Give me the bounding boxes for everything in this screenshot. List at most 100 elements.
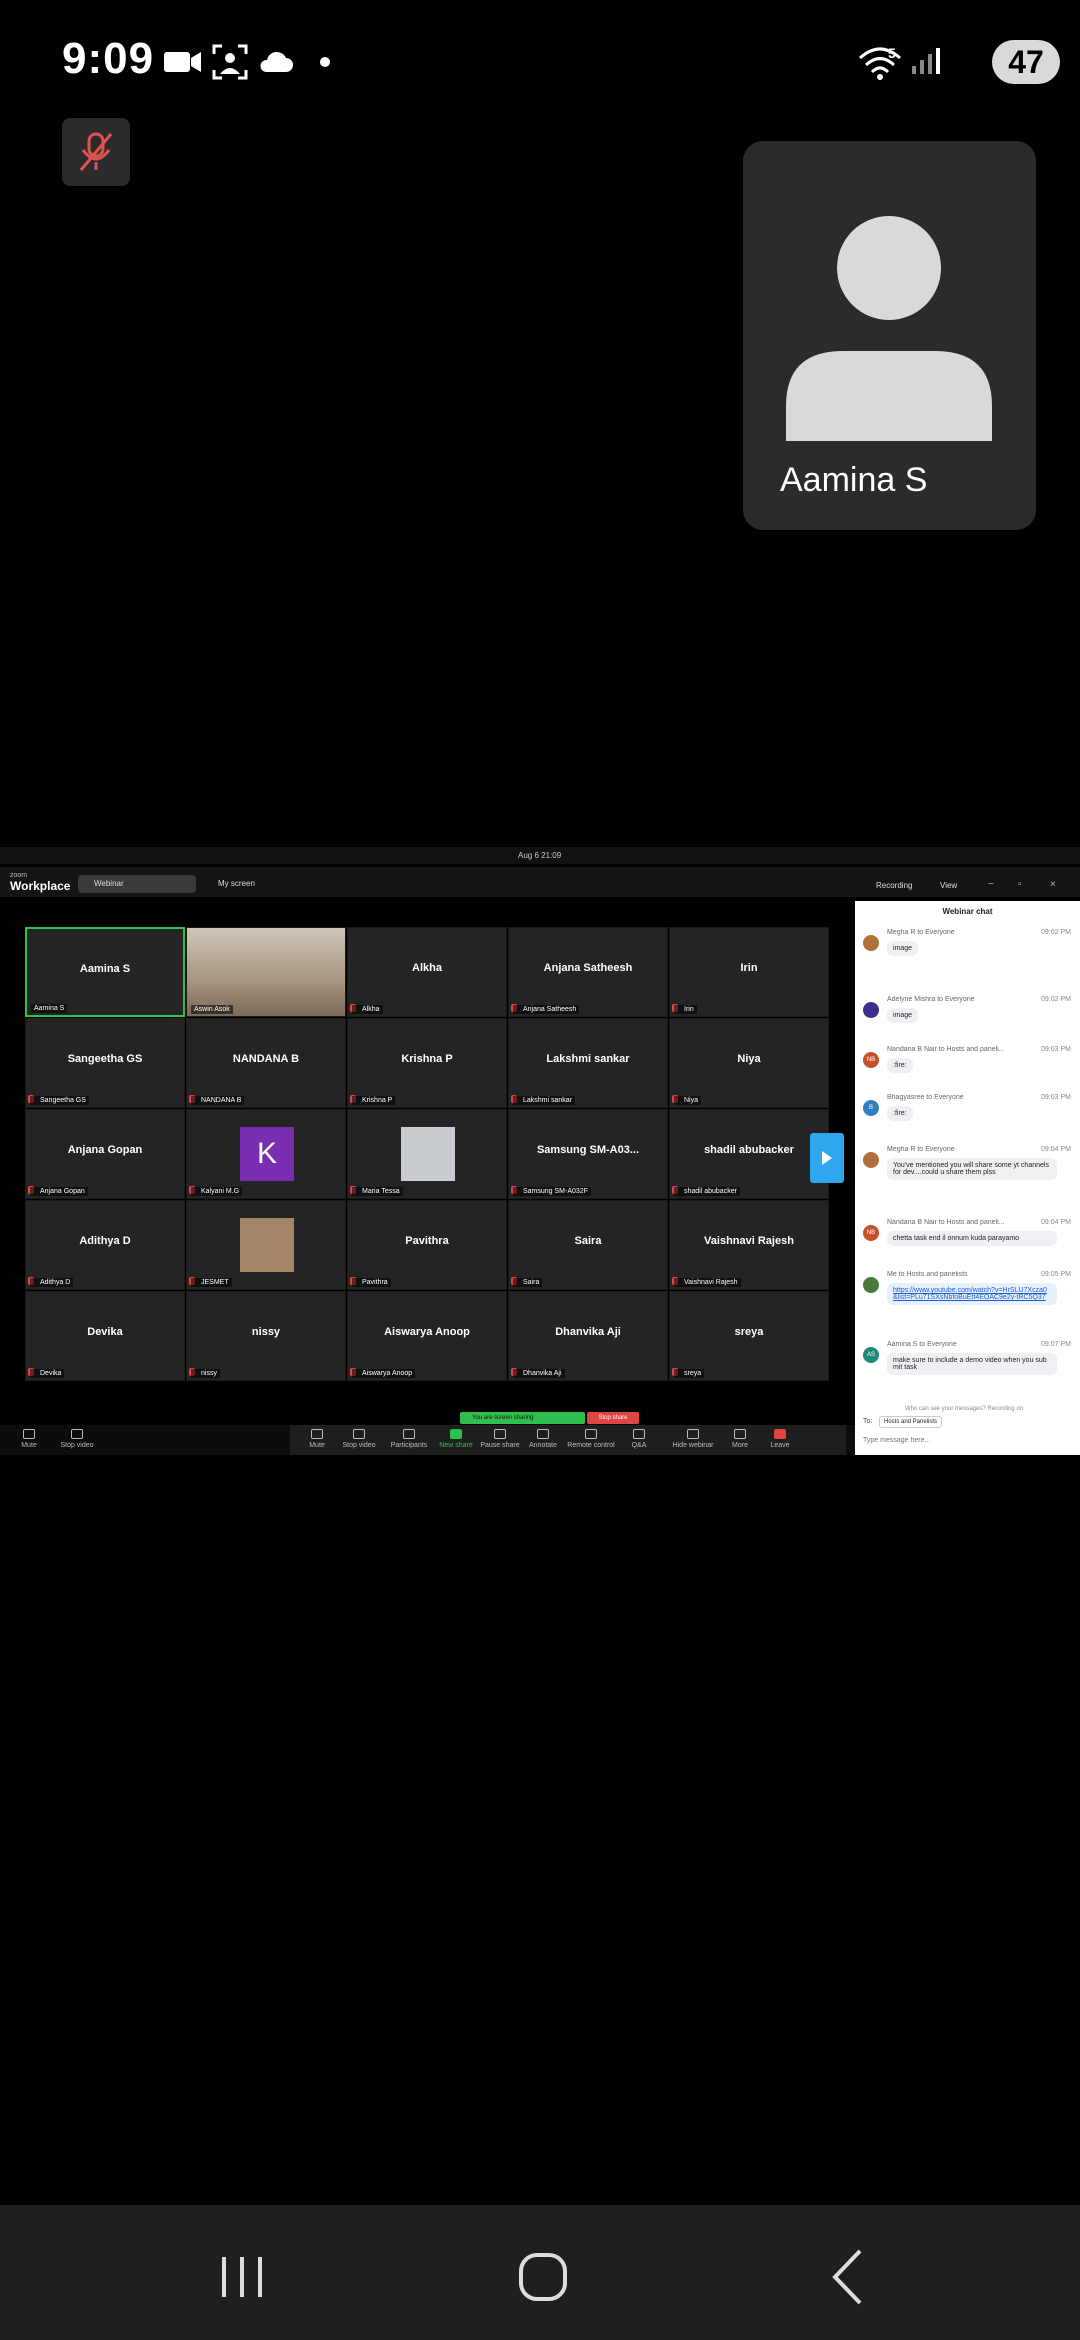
participant-tile[interactable]: nissy nissy	[186, 1291, 346, 1381]
chat-time: 09:02 PM	[1041, 929, 1071, 936]
participant-name-label: Sangeetha GS	[30, 1096, 89, 1105]
self-view-card[interactable]: Aamina S	[743, 141, 1036, 530]
leave-button[interactable]: Leave	[760, 1429, 800, 1449]
qa-button[interactable]: Q&A	[612, 1429, 666, 1449]
participant-display-name: nissy	[251, 1326, 281, 1338]
participant-display-name: Saira	[574, 1235, 602, 1247]
stop-share-button[interactable]: Stop share	[587, 1412, 639, 1424]
tab-my-screen[interactable]: My screen	[202, 875, 272, 893]
participant-display-name: Adithya D	[79, 1235, 131, 1247]
chat-time: 09:02 PM	[1041, 996, 1071, 1003]
home-icon[interactable]	[503, 2235, 583, 2315]
participant-tile[interactable]: shadil abubacker shadil abubacker	[669, 1109, 829, 1199]
participant-photo	[240, 1218, 294, 1272]
participant-name-label: Maria Tessa	[352, 1187, 403, 1196]
participant-tile[interactable]: Maria Tessa	[347, 1109, 507, 1199]
participant-name-label: Aiswarya Anoop	[352, 1369, 416, 1378]
svg-text:5: 5	[888, 45, 896, 61]
chevron-right-icon	[822, 1151, 832, 1165]
participant-tile[interactable]: Samsung SM-A03... Samsung SM-A032F	[508, 1109, 668, 1199]
participant-tile[interactable]: Lakshmi sankar Lakshmi sankar	[508, 1018, 668, 1108]
zoom-logo: Workplace	[10, 879, 71, 893]
participant-tile[interactable]: Adithya D Adithya D	[25, 1200, 185, 1290]
chat-time: 09:04 PM	[1041, 1219, 1071, 1226]
recent-apps-icon[interactable]	[202, 2235, 282, 2315]
participant-name-label: Anjana Gopan	[30, 1187, 88, 1196]
participant-tile[interactable]: Devika Devika	[25, 1291, 185, 1381]
cloud-icon	[260, 51, 293, 72]
participant-tile[interactable]: Sangeetha GS Sangeetha GS	[25, 1018, 185, 1108]
participant-display-name: Anjana Satheesh	[543, 962, 633, 974]
chat-link[interactable]: https://www.youtube.com/watch?v=HrSLU7Xc…	[887, 1283, 1057, 1305]
participant-display-name: Pavithra	[405, 1235, 449, 1247]
participant-name-label: Saira	[513, 1278, 543, 1287]
participant-tile[interactable]: sreya sreya	[669, 1291, 829, 1381]
participant-tile[interactable]: Anjana Gopan Anjana Gopan	[25, 1109, 185, 1199]
chat-sender: Megha R to Everyone	[887, 1146, 955, 1153]
participant-name-label: Dhanvika Aji	[513, 1369, 565, 1378]
video-camera-icon	[164, 52, 201, 72]
participant-name-label: Krishna P	[352, 1096, 396, 1105]
chat-privacy-note[interactable]: Who can see your messages? Recording on	[905, 1406, 1023, 1412]
mic-muted-button[interactable]	[62, 118, 130, 186]
participant-tile[interactable]: Saira Saira	[508, 1200, 668, 1290]
status-bar: 9:09 5 47	[0, 0, 1080, 125]
participant-display-name: Niya	[737, 1053, 761, 1065]
participants-button[interactable]: Participants	[382, 1429, 436, 1449]
participant-tile[interactable]: Krishna P Krishna P	[347, 1018, 507, 1108]
view-button[interactable]: View	[940, 881, 957, 890]
participant-tile[interactable]: Aiswarya Anoop Aiswarya Anoop	[347, 1291, 507, 1381]
mute-button[interactable]: Mute	[2, 1429, 56, 1449]
participant-display-name: sreya	[734, 1326, 764, 1338]
chat-bubble: :fire:	[887, 1058, 913, 1073]
participant-name-label: Aswin Asok	[191, 1005, 233, 1014]
chat-bubble: make sure to include a demo video when y…	[887, 1353, 1057, 1375]
chat-bubble: chetta task end il onnum kuda parayamo	[887, 1231, 1057, 1246]
avatar-placeholder-icon	[786, 216, 992, 441]
stop-video-button[interactable]: Stop video	[50, 1429, 104, 1449]
participant-tile[interactable]: Niya Niya	[669, 1018, 829, 1108]
tab-webinar[interactable]: Webinar	[78, 875, 196, 893]
participant-name-label: Adithya D	[30, 1278, 74, 1287]
participant-name-label: Kalyani M.G	[191, 1187, 243, 1196]
participant-tile[interactable]: Irin Irin	[669, 927, 829, 1017]
center-stop-video-button[interactable]: Stop video	[332, 1429, 386, 1449]
participant-tile[interactable]: Aamina S Aamina S	[25, 927, 185, 1017]
participant-name-label: Samsung SM-A032F	[513, 1187, 591, 1196]
participant-name-label: Anjana Satheesh	[513, 1005, 580, 1014]
participant-tile[interactable]: Alkha Alkha	[347, 927, 507, 1017]
chat-sender: Bhagyasree to Everyone	[887, 1094, 964, 1101]
participant-display-name: Irin	[740, 962, 758, 974]
chat-recipient-select[interactable]: Hosts and Panelists	[879, 1416, 943, 1428]
participant-tile[interactable]: Anjana Satheesh Anjana Satheesh	[508, 927, 668, 1017]
close-icon[interactable]: ×	[1050, 879, 1056, 890]
participant-tile[interactable]: Vaishnavi Rajesh Vaishnavi Rajesh	[669, 1200, 829, 1290]
chat-avatar: B	[863, 1100, 879, 1116]
participant-tile[interactable]: JESMET	[186, 1200, 346, 1290]
minimize-icon[interactable]: −	[988, 879, 994, 890]
participant-tile[interactable]: NANDANA B NANDANA B	[186, 1018, 346, 1108]
desktop-top-bar: Aug 6 21:09	[0, 847, 1080, 864]
participant-tile[interactable]: Pavithra Pavithra	[347, 1200, 507, 1290]
participant-tile[interactable]: Aswin Asok	[186, 927, 346, 1017]
chat-title: Webinar chat	[942, 907, 993, 916]
back-icon[interactable]	[805, 2235, 885, 2315]
next-page-arrow[interactable]	[810, 1133, 844, 1183]
participant-display-name: Anjana Gopan	[67, 1144, 143, 1156]
chat-avatar	[863, 1002, 879, 1018]
participant-tile[interactable]: K Kalyani M.G	[186, 1109, 346, 1199]
more-button[interactable]: More	[713, 1429, 767, 1449]
participant-display-name: Sangeetha GS	[67, 1053, 143, 1065]
mic-off-icon	[79, 132, 113, 171]
participant-display-name: NANDANA B	[232, 1053, 300, 1065]
chat-avatar: AS	[863, 1347, 879, 1363]
battery-indicator: 47	[992, 40, 1060, 84]
recording-indicator[interactable]: Recording	[876, 881, 912, 890]
phone-screen: { "status_bar": { "time": "9:09", "batte…	[0, 0, 1080, 2340]
chat-message-input[interactable]	[863, 1433, 1073, 1447]
chat-time: 09:07 PM	[1041, 1341, 1071, 1348]
participant-display-name: Samsung SM-A03...	[536, 1144, 640, 1156]
chat-sender: Nandana B Nair to Hosts and paneli...	[887, 1046, 1005, 1053]
participant-tile[interactable]: Dhanvika Aji Dhanvika Aji	[508, 1291, 668, 1381]
maximize-icon[interactable]: ▫	[1018, 879, 1022, 890]
